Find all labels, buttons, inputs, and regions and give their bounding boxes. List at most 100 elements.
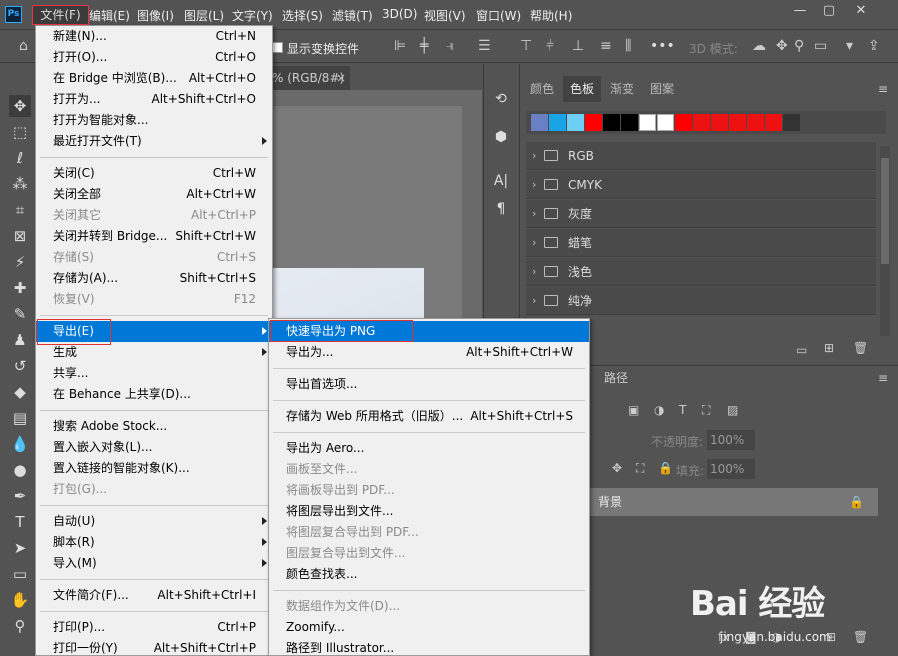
path-selection-tool-icon[interactable]: ➤ [9, 537, 31, 559]
frame-tool-icon[interactable]: ⊠ [9, 225, 31, 247]
history-panel-icon[interactable]: ⟲ [490, 88, 512, 110]
recent-swatch-chip[interactable] [639, 114, 656, 131]
character-panel-icon[interactable]: A| [490, 170, 512, 192]
menu-file[interactable]: 文件(F) [32, 5, 89, 25]
tab-paths[interactable]: 路径 [604, 369, 628, 386]
export-menu-item[interactable]: 路径到 Illustrator... [269, 638, 589, 656]
file-menu-item[interactable]: 脚本(R) [36, 532, 272, 553]
zoom-tool-icon[interactable]: ⚲ [9, 615, 31, 637]
gradient-tool-icon[interactable]: ▤ [9, 407, 31, 429]
swatch-group-light[interactable]: › 浅色 [526, 258, 876, 286]
recent-swatch-chip[interactable] [531, 114, 548, 131]
recent-swatch-chip[interactable] [729, 114, 746, 131]
export-menu-item[interactable]: 导出为... Alt+Shift+Ctrl+W [269, 342, 589, 363]
swatch-group-grayscale[interactable]: › 灰度 [526, 200, 876, 228]
document-tab-close-icon[interactable]: × [336, 66, 346, 90]
swatches-scrollbar-thumb[interactable] [881, 158, 889, 264]
file-menu-item[interactable]: 置入链接的智能对象(K)... [36, 458, 272, 479]
file-menu-item[interactable]: 打开为智能对象... [36, 110, 272, 131]
rectangle-tool-icon[interactable]: ▭ [9, 563, 31, 585]
file-menu-item[interactable]: 最近打开文件(T) [36, 131, 272, 152]
filter-adjustment-icon[interactable]: ◑ [654, 403, 664, 417]
export-menu-item[interactable]: 存储为 Web 所用格式（旧版）... Alt+Shift+Ctrl+S [269, 406, 589, 427]
tab-gradients[interactable]: 渐变 [603, 76, 641, 102]
lock-all-icon[interactable]: 🔒 [658, 461, 673, 475]
file-menu-item[interactable]: 打开为... Alt+Shift+Ctrl+O [36, 89, 272, 110]
filter-shape-icon[interactable]: ⛶ [702, 403, 710, 418]
align-center-icon[interactable]: ╪ [420, 38, 428, 54]
quick-select-tool-icon[interactable]: ⁂ [9, 173, 31, 195]
layer-row-background[interactable]: 背景 🔒 [589, 488, 878, 516]
export-menu-item[interactable]: 导出为 Aero... [269, 438, 589, 459]
opacity-input[interactable]: 100% [707, 430, 755, 450]
search-icon[interactable]: ⚲ [794, 38, 804, 54]
file-menu-item[interactable]: 文件简介(F)... Alt+Shift+Ctrl+I [36, 585, 272, 606]
menu-edit[interactable]: 编辑(E) [89, 7, 130, 24]
recent-swatch-chip[interactable] [783, 114, 800, 131]
layers-panel-menu-icon[interactable]: ≡ [878, 371, 888, 385]
crop-tool-icon[interactable]: ⌗ [9, 199, 31, 221]
document-tab[interactable]: % (RGB/8#) × [270, 66, 350, 90]
filter-pixel-icon[interactable]: ▣ [628, 403, 639, 417]
file-menu-item[interactable]: 打开(O)... Ctrl+O [36, 47, 272, 68]
recent-swatch-chip[interactable] [693, 114, 710, 131]
menu-window[interactable]: 窗口(W) [476, 7, 521, 24]
hand-tool-icon[interactable]: ✋ [9, 589, 31, 611]
menu-type[interactable]: 文字(Y) [232, 7, 273, 24]
pen-tool-icon[interactable]: ✒ [9, 485, 31, 507]
3d-panel-icon[interactable]: ⬢ [490, 126, 512, 148]
recent-swatch-chip[interactable] [747, 114, 764, 131]
workspace-icon[interactable]: ▭ [814, 38, 827, 54]
file-menu-item[interactable]: 导入(M) [36, 553, 272, 574]
file-menu-item[interactable]: 共享... [36, 363, 272, 384]
recent-swatch-chip[interactable] [585, 114, 602, 131]
home-icon[interactable]: ⌂ [19, 38, 28, 54]
align-bottom-icon[interactable]: ⊥ [572, 38, 584, 54]
swatch-group-rgb[interactable]: › RGB [526, 142, 876, 170]
file-menu-item[interactable]: 存储为(A)... Shift+Ctrl+S [36, 268, 272, 289]
align-top-icon[interactable]: ⊤ [520, 38, 532, 54]
eraser-tool-icon[interactable]: ◆ [9, 381, 31, 403]
swatch-group-pastel[interactable]: › 蜡笔 [526, 229, 876, 257]
3d-roll-icon[interactable]: ✥ [776, 38, 788, 54]
fill-input[interactable]: 100% [707, 459, 755, 479]
lock-artboard-icon[interactable]: ⛶ [636, 461, 644, 476]
recent-swatch-chip[interactable] [765, 114, 782, 131]
file-menu-item[interactable]: 置入嵌入对象(L)... [36, 437, 272, 458]
menu-select[interactable]: 选择(S) [282, 7, 323, 24]
eyedropper-tool-icon[interactable]: ⚡ [9, 251, 31, 273]
menu-view[interactable]: 视图(V) [424, 7, 466, 24]
align-right-icon[interactable]: ⫣ [446, 38, 454, 54]
file-menu-item[interactable]: 自动(U) [36, 511, 272, 532]
workspace-dropdown-icon[interactable]: ▾ [846, 38, 853, 54]
file-menu-item[interactable]: 在 Bridge 中浏览(B)... Alt+Ctrl+O [36, 68, 272, 89]
menu-help[interactable]: 帮助(H) [530, 7, 572, 24]
swatch-group-pure[interactable]: › 纯净 [526, 287, 876, 315]
healing-brush-tool-icon[interactable]: ✚ [9, 277, 31, 299]
file-menu-item[interactable]: 打印一份(Y) Alt+Shift+Ctrl+P [36, 638, 272, 656]
align-middle-icon[interactable]: ⫩ [546, 38, 554, 54]
tab-swatches[interactable]: 色板 [563, 76, 601, 102]
filter-type-icon[interactable]: T [679, 403, 686, 417]
blur-tool-icon[interactable]: 💧 [9, 433, 31, 455]
marquee-tool-icon[interactable]: ⬚ [9, 121, 31, 143]
new-group-folder-icon[interactable]: ▭ [796, 343, 807, 357]
filter-smart-object-icon[interactable]: ▨ [727, 403, 738, 417]
move-tool-icon[interactable]: ✥ [9, 95, 31, 117]
file-menu-item[interactable]: 关闭(C) Ctrl+W [36, 163, 272, 184]
file-menu-item[interactable]: 在 Behance 上共享(D)... [36, 384, 272, 405]
file-menu-item[interactable]: 生成 [36, 342, 272, 363]
menu-image[interactable]: 图像(I) [137, 7, 174, 24]
new-swatch-icon[interactable]: ⊞ [824, 341, 834, 355]
clone-stamp-tool-icon[interactable]: ♟ [9, 329, 31, 351]
menu-layer[interactable]: 图层(L) [184, 7, 224, 24]
recent-swatch-chip[interactable] [567, 114, 584, 131]
dodge-tool-icon[interactable]: ● [9, 459, 31, 481]
file-menu-item[interactable]: 搜索 Adobe Stock... [36, 416, 272, 437]
more-options-icon[interactable]: ••• [650, 38, 675, 54]
restore-icon[interactable]: ▢ [818, 2, 840, 20]
menu-3d[interactable]: 3D(D) [382, 7, 417, 21]
tab-patterns[interactable]: 图案 [643, 76, 681, 102]
file-menu-item[interactable]: 关闭并转到 Bridge... Shift+Ctrl+W [36, 226, 272, 247]
recent-swatch-chip[interactable] [549, 114, 566, 131]
